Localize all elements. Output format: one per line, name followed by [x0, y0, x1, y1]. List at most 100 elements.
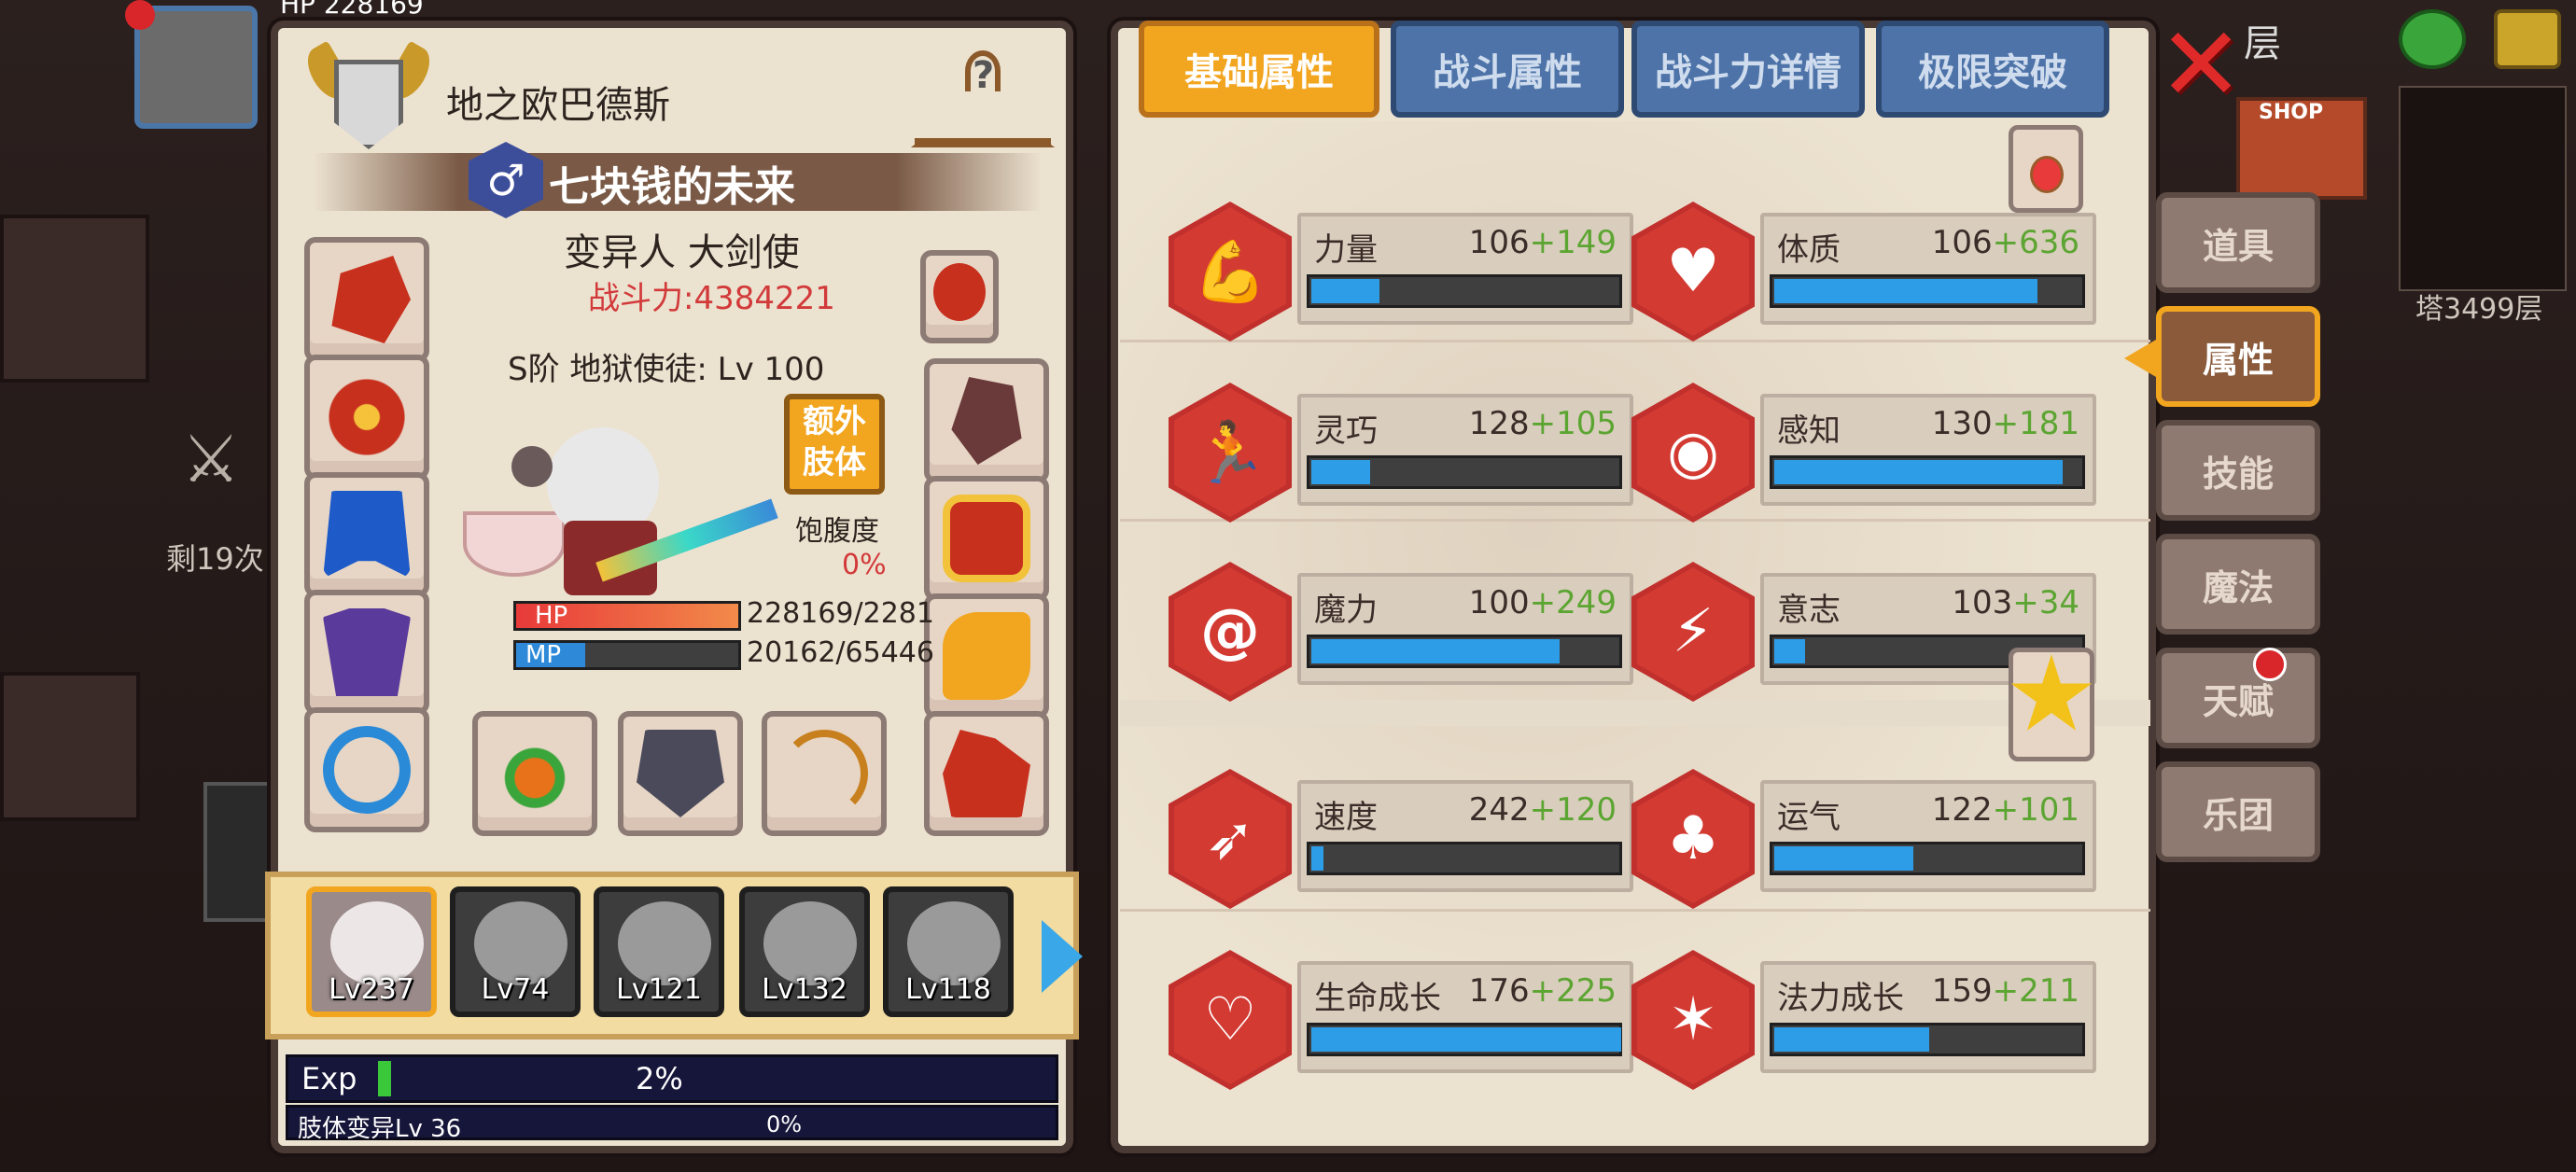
stat-base: 103 — [1952, 584, 2013, 621]
side-tab-attributes[interactable]: 属性 — [2156, 306, 2320, 407]
equip-slot-trinket[interactable] — [924, 593, 1049, 719]
roster-hero-3[interactable]: Lv121 — [594, 886, 724, 1017]
shop-sign: SHOP — [2259, 101, 2324, 124]
stat-value: 242+120 — [1469, 791, 1617, 829]
dragon-helmet-icon — [331, 256, 411, 343]
equip-slot-weapon[interactable] — [472, 711, 597, 836]
equip-slot-boots[interactable] — [924, 711, 1049, 836]
stat-name: 意志 — [1777, 592, 1841, 629]
tab-combat-attributes[interactable]: 战斗属性 — [1391, 21, 1624, 118]
belt-icon — [943, 495, 1030, 582]
stat-value: 106+149 — [1469, 224, 1617, 261]
runner-icon: 🏃 — [1169, 383, 1292, 523]
stat-value: 128+105 — [1469, 405, 1617, 442]
stat-bonus: +149 — [1529, 224, 1617, 261]
mind-icon: ⚡ — [1631, 562, 1755, 702]
armor-icon — [323, 608, 411, 696]
stat-bar — [1770, 274, 2085, 308]
pumpkin-sword-icon — [491, 730, 579, 817]
tab-combat-power-details[interactable]: 战斗力详情 — [1631, 21, 1865, 118]
stat-base: 106 — [1931, 224, 1993, 261]
tab-label: 基础属性 — [1184, 51, 1334, 94]
equip-slot-belt[interactable] — [924, 476, 1049, 601]
satiety-label: 饱腹度 — [795, 515, 879, 548]
tab-basic-attributes[interactable]: 基础属性 — [1139, 21, 1379, 118]
stat-card: ♣ 运气 122+101 — [1631, 752, 2096, 920]
equip-slot-bow[interactable] — [762, 711, 887, 836]
favorite-star-icon[interactable] — [2009, 648, 2094, 761]
red-emblem-icon — [933, 263, 986, 321]
hero-level: Lv132 — [762, 973, 847, 1006]
exp-value: 2% — [636, 1061, 683, 1096]
stat-name: 灵巧 — [1314, 412, 1378, 450]
hanger-icon[interactable]: ? — [911, 50, 1055, 153]
stat-bar-fill — [1311, 279, 1379, 303]
bow-icon — [780, 730, 868, 817]
tower-label: 塔3499层 — [2415, 293, 2543, 326]
equip-slot-top-right[interactable] — [920, 250, 999, 343]
stat-box: 灵巧 128+105 — [1297, 394, 1633, 506]
roster-hero-4[interactable]: Lv132 — [739, 886, 870, 1017]
stat-box: 运气 122+101 — [1760, 780, 2096, 892]
equip-slot-cloak[interactable] — [304, 472, 429, 597]
equip-slot-ring[interactable] — [304, 707, 429, 832]
exit-window-icon[interactable] — [2494, 9, 2561, 69]
bg-wall-left — [0, 215, 149, 383]
side-tab-magic[interactable]: 魔法 — [2156, 534, 2320, 635]
mp-value: 20162/65446 — [747, 636, 934, 669]
stat-name: 运气 — [1777, 799, 1841, 836]
globe-icon[interactable] — [2399, 9, 2466, 69]
top-hp-partial: HP 228169 — [280, 0, 424, 20]
eye-icon: ◉ — [1631, 383, 1755, 523]
roster-hero-1[interactable]: Lv237 — [306, 886, 437, 1017]
minimap[interactable] — [2399, 86, 2567, 291]
tab-label: 极限突破 — [1918, 51, 2067, 94]
hp-bar: HP — [513, 601, 741, 631]
character-title: 七块钱的未来 — [549, 163, 795, 211]
stat-bonus: +636 — [1992, 224, 2079, 261]
stat-box: 力量 106+149 — [1297, 213, 1633, 325]
player-avatar[interactable] — [134, 6, 258, 129]
stat-box: 体质 106+636 — [1760, 213, 2096, 325]
mp-label: MP — [525, 641, 562, 669]
tab-limit-break[interactable]: 极限突破 — [1876, 21, 2109, 118]
equip-slot-gauntlet[interactable] — [924, 358, 1049, 483]
side-tab-skills[interactable]: 技能 — [2156, 420, 2320, 521]
character-class: 变异人 大剑使 — [564, 231, 800, 274]
stat-base: 100 — [1468, 584, 1530, 621]
stat-bonus: +105 — [1529, 405, 1617, 442]
side-tab-items[interactable]: 道具 — [2156, 192, 2320, 293]
combat-power: 战斗力:4384221 — [588, 280, 835, 317]
stat-box: 魔力 100+249 — [1297, 573, 1633, 685]
hero-level: Lv237 — [329, 973, 414, 1006]
stat-name: 感知 — [1777, 412, 1841, 450]
stat-bar-fill — [1311, 639, 1560, 663]
satiety-value: 0% — [842, 549, 887, 581]
rank-line: S阶 地狱使徒: Lv 100 — [508, 351, 825, 388]
stat-name: 速度 — [1314, 799, 1378, 836]
gauntlet-icon — [951, 377, 1022, 465]
crossed-swords-icon: ⚔ — [181, 421, 241, 497]
equip-slot-offhand[interactable] — [618, 711, 743, 836]
stat-card: @ 魔力 100+249 — [1169, 545, 1633, 713]
roster-hero-5[interactable]: Lv118 — [883, 886, 1014, 1017]
stat-value: 100+249 — [1469, 584, 1617, 621]
tab-label: 战斗属性 — [1433, 51, 1582, 94]
side-tab-band[interactable]: 乐团 — [2156, 761, 2320, 862]
exp-bar: Exp 2% — [286, 1054, 1058, 1103]
stat-name: 法力成长 — [1777, 980, 1904, 1017]
equip-slot-amulet[interactable] — [304, 355, 429, 480]
eye-amulet-icon — [323, 373, 411, 461]
close-icon[interactable]: ✕ — [2158, 13, 2244, 116]
equip-slot-helmet[interactable] — [304, 237, 429, 362]
stat-value: 159+211 — [1932, 972, 2079, 1010]
equip-slot-armor[interactable] — [304, 590, 429, 715]
side-tab-label: 魔法 — [2202, 566, 2274, 608]
stat-bar-fill — [1774, 279, 2037, 303]
side-tab-talent[interactable]: 天赋 — [2156, 648, 2320, 748]
stat-name: 力量 — [1314, 231, 1378, 269]
character-name: 地之欧巴德斯 — [446, 84, 670, 127]
side-tab-label: 技能 — [2202, 453, 2274, 495]
stat-bonus: +225 — [1529, 972, 1617, 1010]
roster-hero-2[interactable]: Lv74 — [450, 886, 581, 1017]
